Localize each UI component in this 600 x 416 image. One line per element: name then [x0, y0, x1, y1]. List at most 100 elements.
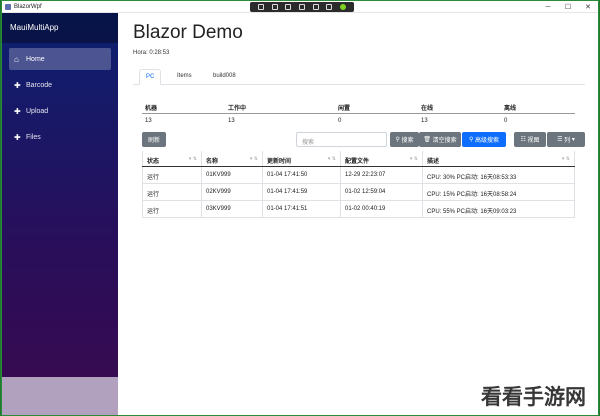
brand[interactable]: MauiMultiApp	[2, 13, 118, 43]
cell-description: CPU: 30% PC启动: 16天08:53:33	[423, 167, 575, 183]
grid-toolbar: 刷新 搜索 ⚲ 搜索 🗑 清空搜索 ⚲ 高级搜索 ☷ 视图 ☰ 列 ▾	[142, 132, 585, 148]
stats-value: 0	[338, 118, 342, 124]
tab-bar: PC Items build008	[133, 69, 585, 85]
trash-icon: 🗑	[423, 137, 433, 143]
filter-sort-icon[interactable]: ▾ ⇅	[410, 156, 418, 162]
cell-updated: 01-04 17:41:59	[263, 184, 341, 200]
sidebar-item-label: Files	[26, 133, 41, 141]
cell-name: 03KV999	[202, 201, 263, 217]
sidebar-item-upload[interactable]: ✚ Upload	[9, 100, 111, 122]
view-button-label: 视图	[527, 138, 540, 144]
debug-select-icon[interactable]	[257, 4, 264, 10]
sidebar-item-label: Upload	[26, 107, 49, 115]
filter-sort-icon[interactable]: ▾ ⇅	[189, 156, 197, 162]
tab-pc[interactable]: PC	[139, 69, 162, 85]
maximize-button[interactable]: ☐	[558, 1, 578, 13]
table-row[interactable]: 运行 03KV999 01-04 17:41:51 01-02 00:40:19…	[142, 201, 575, 218]
search-button[interactable]: ⚲ 搜索	[390, 132, 419, 147]
stats-header-row: 机器 工作中 闲置 在线 离线	[142, 99, 575, 114]
cell-name: 02KV999	[202, 184, 263, 200]
main-content: Blazor Demo Hora: 0:28:53 PC Items build…	[118, 13, 598, 415]
header-label: 配置文件	[345, 159, 370, 165]
cell-status: 运行	[142, 184, 202, 200]
column-header-config[interactable]: 配置文件 ▾ ⇅	[341, 151, 423, 166]
cell-name: 01KV999	[202, 167, 263, 183]
column-header-updated[interactable]: 更新时间 ▾ ⇅	[263, 151, 341, 166]
debug-cursor-icon[interactable]	[298, 4, 305, 10]
clear-search-label: 清空搜索	[432, 138, 457, 144]
table-row[interactable]: 运行 01KV999 01-04 17:41:50 12-29 22:23:07…	[142, 167, 575, 184]
stats-header: 离线	[504, 106, 517, 112]
plus-icon: ✚	[14, 106, 21, 116]
debug-refresh-icon[interactable]	[312, 4, 319, 10]
stats-value: 13	[228, 118, 235, 124]
stats-header: 在线	[421, 106, 434, 112]
refresh-button[interactable]: 刷新	[142, 132, 166, 147]
sidebar-item-label: Barcode	[26, 81, 53, 89]
column-header-status[interactable]: 状态 ▾ ⇅	[142, 151, 202, 166]
nav-menu: ⌂ Home ✚ Barcode ✚ Upload ✚ Files	[2, 43, 118, 148]
cell-config: 01-02 00:40:19	[341, 201, 423, 217]
sidebar: MauiMultiApp ⌂ Home ✚ Barcode ✚ Upload ✚…	[2, 13, 118, 415]
window-title: BlazorWpf	[14, 4, 42, 10]
cell-config: 12-29 22:23:07	[341, 167, 423, 183]
debug-layout-icon[interactable]	[285, 4, 292, 10]
page-title: Blazor Demo	[133, 22, 243, 43]
stats-value: 0	[504, 118, 508, 124]
plus-icon: ✚	[14, 132, 21, 142]
grid-icon: ☷	[520, 137, 528, 143]
hot-reload-status-icon[interactable]	[340, 4, 347, 10]
stats-value: 13	[421, 118, 428, 124]
columns-dropdown[interactable]: ☰ 列 ▾	[547, 132, 585, 147]
stats-table: 机器 工作中 闲置 在线 离线 13 13 0 13 0	[142, 99, 575, 129]
cell-updated: 01-04 17:41:51	[263, 201, 341, 217]
close-button[interactable]: ✕	[578, 1, 598, 13]
chevron-down-icon: ▾	[570, 137, 575, 143]
tab-build008[interactable]: build008	[207, 69, 242, 85]
clear-search-button[interactable]: 🗑 清空搜索	[419, 132, 461, 147]
cell-status: 运行	[142, 201, 202, 217]
app-icon	[5, 4, 11, 10]
minimize-button[interactable]: ─	[538, 1, 558, 13]
watermark: 看看手游网	[481, 385, 586, 409]
list-icon: ☰	[557, 137, 565, 143]
column-header-description[interactable]: 描述 ▾ ⇅	[423, 151, 575, 166]
sidebar-item-label: Home	[26, 55, 45, 63]
sidebar-item-barcode[interactable]: ✚ Barcode	[9, 74, 111, 96]
cell-updated: 01-04 17:41:50	[263, 167, 341, 183]
header-label: 描述	[427, 159, 440, 165]
window-controls: ─ ☐ ✕	[538, 1, 598, 13]
cell-description: CPU: 55% PC启动: 16天09:03:23	[423, 201, 575, 217]
header-label: 名称	[206, 159, 219, 165]
clock-text: Hora: 0:28:53	[133, 50, 170, 56]
filter-sort-icon[interactable]: ▾ ⇅	[328, 156, 336, 162]
table-row[interactable]: 运行 02KV999 01-04 17:41:59 01-02 12:59:04…	[142, 184, 575, 201]
header-label: 更新时间	[267, 159, 292, 165]
stats-value: 13	[145, 118, 152, 124]
stats-header: 机器	[145, 106, 158, 112]
home-icon: ⌂	[14, 54, 19, 64]
search-input[interactable]: 搜索	[296, 132, 387, 147]
stats-header: 闲置	[338, 106, 351, 112]
stats-header: 工作中	[228, 106, 247, 112]
filter-sort-icon[interactable]: ▾ ⇅	[250, 156, 258, 162]
title-bar: BlazorWpf ─ ☐ ✕	[2, 1, 598, 13]
header-label: 状态	[147, 159, 160, 165]
sidebar-item-files[interactable]: ✚ Files	[9, 126, 111, 148]
filter-sort-icon[interactable]: ▾ ⇅	[562, 156, 570, 162]
app-window: BlazorWpf ─ ☐ ✕ MauiMultiApp ⌂ Home ✚ Ba…	[1, 0, 599, 416]
column-header-name[interactable]: 名称 ▾ ⇅	[202, 151, 263, 166]
cell-status: 运行	[142, 167, 202, 183]
search-button-label: 搜索	[401, 138, 414, 144]
cell-description: CPU: 15% PC启动: 16天08:58:24	[423, 184, 575, 200]
sidebar-footer	[2, 377, 118, 415]
debug-inspect-icon[interactable]	[271, 4, 278, 10]
view-button[interactable]: ☷ 视图	[514, 132, 546, 147]
advanced-search-button[interactable]: ⚲ 高级搜索	[462, 132, 506, 147]
data-grid: 状态 ▾ ⇅ 名称 ▾ ⇅ 更新时间 ▾ ⇅ 配置文件 ▾ ⇅ 描述 ▾ ⇅ 运行 01K…	[142, 151, 575, 218]
stats-value-row: 13 13 0 13 0	[142, 114, 575, 129]
tab-items[interactable]: Items	[171, 69, 198, 85]
sidebar-item-home[interactable]: ⌂ Home	[9, 48, 111, 70]
debug-grid-icon[interactable]	[326, 4, 333, 10]
advanced-search-label: 高级搜索	[475, 138, 500, 144]
